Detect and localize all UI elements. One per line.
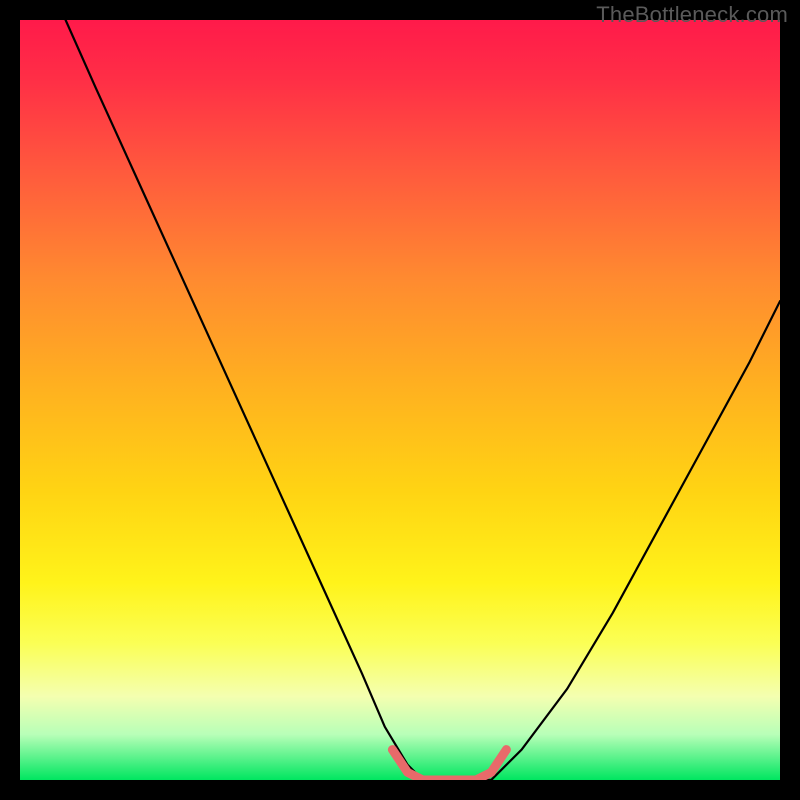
curve-layer <box>20 20 780 780</box>
chart-frame: TheBottleneck.com <box>0 0 800 800</box>
bottleneck-curve-right-arm <box>491 301 780 780</box>
watermark-text: TheBottleneck.com <box>596 2 788 28</box>
plot-area <box>20 20 780 780</box>
valley-highlight-segment <box>392 750 506 780</box>
bottleneck-curve-left-arm <box>66 20 492 780</box>
